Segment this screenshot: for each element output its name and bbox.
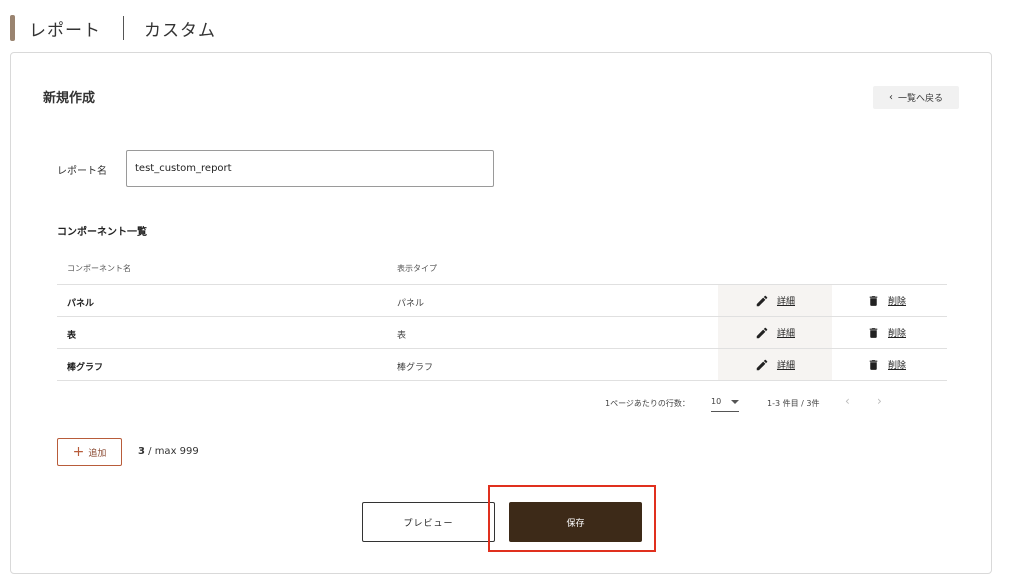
plus-icon: +: [72, 444, 85, 460]
component-name: 棒グラフ: [67, 363, 104, 373]
table-header: コンポーネント名 表示タイプ: [57, 254, 947, 285]
table-row: 表 表 詳細 削除: [57, 317, 947, 349]
component-count: 3 / max 999: [138, 446, 199, 457]
back-to-list-button[interactable]: ‹ 一覧へ戻る: [873, 86, 959, 109]
pencil-icon[interactable]: [755, 294, 769, 308]
trash-icon[interactable]: [867, 294, 880, 308]
create-card: 新規作成 ‹ 一覧へ戻る レポート名 コンポーネント一覧 コンポーネント名 表示…: [10, 52, 992, 574]
column-header-type: 表示タイプ: [397, 264, 437, 273]
report-name-input[interactable]: [126, 150, 494, 187]
preview-button[interactable]: プレビュー: [362, 502, 495, 542]
detail-link[interactable]: 詳細: [777, 294, 795, 307]
detail-cell: 詳細: [718, 317, 832, 348]
delete-cell: 削除: [867, 285, 927, 316]
trash-icon[interactable]: [867, 358, 880, 372]
component-type: 棒グラフ: [397, 363, 434, 373]
delete-cell: 削除: [867, 317, 927, 348]
page-title: レポート: [29, 20, 101, 41]
rows-per-page-value: 10: [711, 397, 722, 406]
table-row: 棒グラフ 棒グラフ 詳細 削除: [57, 349, 947, 381]
detail-link[interactable]: 詳細: [777, 326, 795, 339]
delete-link[interactable]: 削除: [888, 294, 906, 307]
component-type: 表: [397, 331, 407, 341]
detail-cell: 詳細: [718, 349, 832, 380]
page-header: レポート カスタム: [10, 14, 216, 42]
table-row: パネル パネル 詳細 削除: [57, 285, 947, 317]
page-subtitle: カスタム: [144, 20, 216, 41]
header-divider: [123, 16, 124, 40]
delete-link[interactable]: 削除: [888, 358, 906, 371]
pagination: 1ページあたりの行数： 10 1-3 件目 / 3件 ‹ ›: [605, 388, 895, 416]
column-header-name: コンポーネント名: [67, 264, 131, 273]
detail-link[interactable]: 詳細: [777, 358, 795, 371]
chevron-right-icon[interactable]: ›: [877, 394, 882, 408]
back-to-list-label: 一覧へ戻る: [897, 94, 943, 104]
component-name: パネル: [67, 299, 95, 309]
detail-cell: 詳細: [718, 285, 832, 316]
chevron-left-icon: ‹: [888, 92, 893, 103]
add-label: 追加: [88, 448, 107, 459]
components-table: コンポーネント名 表示タイプ パネル パネル 詳細 削除 表 表 詳細 削除 棒…: [57, 254, 947, 381]
trash-icon[interactable]: [867, 326, 880, 340]
card-title: 新規作成: [43, 91, 96, 106]
component-count-value: 3: [138, 446, 145, 457]
report-name-label: レポート名: [57, 166, 107, 177]
rows-per-page-select[interactable]: 10: [711, 392, 739, 412]
pagination-range: 1-3 件目 / 3件: [767, 399, 820, 408]
delete-cell: 削除: [867, 349, 927, 380]
components-title: コンポーネント一覧: [57, 227, 147, 238]
header-accent-bar: [10, 15, 15, 41]
component-count-max: / max 999: [144, 446, 199, 457]
pencil-icon[interactable]: [755, 358, 769, 372]
component-type: パネル: [397, 299, 425, 309]
add-component-button[interactable]: + 追加: [57, 438, 122, 466]
pencil-icon[interactable]: [755, 326, 769, 340]
component-name: 表: [67, 331, 77, 341]
delete-link[interactable]: 削除: [888, 326, 906, 339]
rows-per-page-label: 1ページあたりの行数：: [605, 399, 690, 408]
save-button[interactable]: 保存: [509, 502, 642, 542]
chevron-left-icon[interactable]: ‹: [845, 394, 850, 408]
dropdown-arrow-icon: [731, 400, 739, 404]
